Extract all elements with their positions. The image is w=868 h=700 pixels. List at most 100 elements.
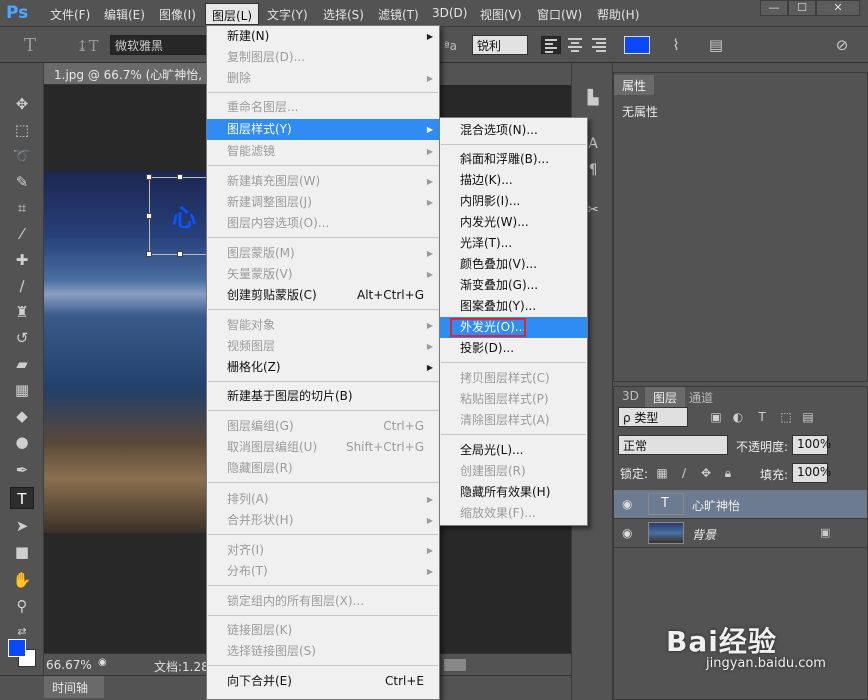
text-color-swatch[interactable] — [624, 36, 650, 54]
menu-image[interactable]: 图像(I) — [159, 6, 196, 23]
menu-item-distribute[interactable]: 分布(T) ▶ — [207, 561, 439, 582]
submenu-item-inner-shadow[interactable]: 内阴影(I)... — [440, 191, 587, 212]
shape-tool-icon[interactable]: ■ — [10, 541, 34, 563]
menu-window[interactable]: 窗口(W) — [537, 6, 582, 23]
menu-item-rasterize[interactable]: 栅格化(Z) ▶ — [207, 357, 439, 378]
pen-tool-icon[interactable]: ✒ — [10, 459, 34, 481]
transform-handle[interactable] — [177, 251, 183, 257]
move-tool-icon[interactable]: ✥ — [10, 93, 34, 115]
menu-layer[interactable]: 图层(L) — [205, 3, 260, 25]
menu-help[interactable]: 帮助(H) — [597, 6, 639, 23]
tab-3d[interactable]: 3D — [614, 387, 647, 407]
submenu-item-paste-layer-style[interactable]: 粘贴图层样式(P) — [440, 389, 587, 410]
close-button[interactable]: ✕ — [816, 0, 860, 16]
antialias-select[interactable]: 锐利 — [472, 35, 528, 55]
brush-tool-icon[interactable]: ∕ — [10, 275, 34, 297]
submenu-item-clear-layer-style[interactable]: 清除图层样式(A) — [440, 410, 587, 431]
menu-file[interactable]: 文件(F) — [50, 6, 90, 23]
blur-tool-icon[interactable]: ◆ — [10, 405, 34, 427]
filter-pixel-icon[interactable]: ▣ — [708, 409, 724, 425]
dodge-tool-icon[interactable]: ● — [10, 431, 34, 453]
gradient-tool-icon[interactable]: ▦ — [10, 379, 34, 401]
align-center-icon[interactable] — [565, 36, 585, 54]
zoom-tool-icon[interactable]: ⚲ — [10, 595, 34, 617]
menu-item-hide-layers[interactable]: 隐藏图层(R) — [207, 458, 439, 479]
layer-row[interactable]: ◉ 背景 ▣ — [614, 519, 867, 548]
warp-text-icon[interactable]: ⌇ — [666, 35, 686, 55]
tab-properties[interactable]: 属性 — [614, 75, 655, 95]
filter-shape-icon[interactable]: ⬚ — [778, 409, 794, 425]
menu-item-select-linked-layers[interactable]: 选择链接图层(S) — [207, 641, 439, 662]
quick-select-icon[interactable]: ✎ — [10, 171, 34, 193]
status-menu-icon[interactable]: ◉ — [98, 657, 107, 668]
healing-brush-icon[interactable]: ✚ — [10, 249, 34, 271]
menu-item-delete[interactable]: 删除 ▶ — [207, 68, 439, 89]
menu-item-combine-shapes[interactable]: 合并形状(H) ▶ — [207, 510, 439, 531]
menu-item-duplicate-layer[interactable]: 复制图层(D)... — [207, 47, 439, 68]
blend-mode-select[interactable]: 正常 — [618, 435, 728, 455]
menu-item-ungroup-layers[interactable]: 取消图层编组(U) Shift+Ctrl+G — [207, 437, 439, 458]
menu-item-smart-object[interactable]: 智能对象 ▶ — [207, 315, 439, 336]
clone-stamp-icon[interactable]: ♜ — [10, 301, 34, 323]
transform-handle[interactable] — [146, 213, 152, 219]
menu-item-group-layers[interactable]: 图层编组(G) Ctrl+G — [207, 416, 439, 437]
lock-position-icon[interactable]: ✥ — [698, 465, 714, 481]
lock-transparent-icon[interactable]: ▦ — [654, 465, 670, 481]
layer-filter-select[interactable]: ρ 类型 — [618, 407, 688, 427]
submenu-item-blending-options[interactable]: 混合选项(N)... — [440, 120, 587, 141]
history-brush-icon[interactable]: ↺ — [10, 327, 34, 349]
timeline-tab[interactable]: 时间轴 — [44, 676, 104, 698]
menu-item-smart-filter[interactable]: 智能滤镜 ▶ — [207, 141, 439, 162]
scroll-thumb[interactable] — [444, 659, 466, 671]
menu-item-vector-mask[interactable]: 矢量蒙版(V) ▶ — [207, 264, 439, 285]
lasso-tool-icon[interactable]: ➰ — [10, 145, 34, 167]
submenu-item-color-overlay[interactable]: 颜色叠加(V)... — [440, 254, 587, 275]
lock-all-icon[interactable]: 🔒︎ — [720, 465, 736, 481]
menu-item-link-layers[interactable]: 链接图层(K) — [207, 620, 439, 641]
transform-handle[interactable] — [177, 174, 183, 180]
marquee-tool-icon[interactable]: ⬚ — [10, 119, 34, 141]
submenu-item-global-light[interactable]: 全局光(L)... — [440, 440, 587, 461]
submenu-item-copy-layer-style[interactable]: 拷贝图层样式(C) — [440, 368, 587, 389]
document-tab[interactable]: 1.jpg @ 66.7% (心旷神怡, RGB/8 — [44, 63, 212, 85]
menu-filter[interactable]: 滤镜(T) — [378, 6, 419, 23]
text-tool-preset-icon[interactable]: T — [24, 35, 36, 56]
hand-tool-icon[interactable]: ✋ — [10, 569, 34, 591]
menu-item-rename-layer[interactable]: 重命名图层... — [207, 97, 439, 118]
submenu-item-outer-glow[interactable]: 外发光(O)... — [440, 317, 587, 338]
submenu-item-hide-all-effects[interactable]: 隐藏所有效果(H) — [440, 482, 587, 503]
filter-type-icon[interactable]: T — [754, 409, 770, 425]
crop-tool-icon[interactable]: ⌗ — [10, 197, 34, 219]
menu-item-new-fill-layer[interactable]: 新建填充图层(W) ▶ — [207, 171, 439, 192]
opacity-input[interactable]: 100% — [792, 435, 831, 455]
menu-item-layer-content-options[interactable]: 图层内容选项(O)... — [207, 213, 439, 234]
submenu-item-gradient-overlay[interactable]: 渐变叠加(G)... — [440, 275, 587, 296]
submenu-item-scale-effects[interactable]: 缩放效果(F)... — [440, 503, 587, 524]
transform-handle[interactable] — [146, 174, 152, 180]
menu-3d[interactable]: 3D(D) — [432, 6, 467, 20]
history-panel-icon[interactable]: ▙ — [582, 87, 604, 109]
align-left-icon[interactable] — [541, 36, 561, 54]
zoom-level[interactable]: 66.67% — [46, 658, 92, 672]
menu-item-arrange[interactable]: 排列(A) ▶ — [207, 489, 439, 510]
cancel-icon[interactable]: ⊘ — [832, 35, 852, 55]
submenu-item-inner-glow[interactable]: 内发光(W)... — [440, 212, 587, 233]
submenu-item-stroke[interactable]: 描边(K)... — [440, 170, 587, 191]
submenu-item-create-layer[interactable]: 创建图层(R) — [440, 461, 587, 482]
menu-select[interactable]: 选择(S) — [323, 6, 364, 23]
transform-handle[interactable] — [146, 251, 152, 257]
layer-row[interactable]: ◉ T 心旷神怡 — [614, 490, 867, 519]
submenu-item-pattern-overlay[interactable]: 图案叠加(Y)... — [440, 296, 587, 317]
foreground-color[interactable] — [8, 639, 26, 657]
fill-input[interactable]: 100% — [792, 463, 831, 483]
eraser-tool-icon[interactable]: ▰ — [10, 353, 34, 375]
menu-item-new[interactable]: 新建(N) ▶ — [207, 26, 439, 47]
minimize-button[interactable]: — — [760, 0, 788, 16]
tab-layers[interactable]: 图层 — [645, 387, 686, 407]
font-family-field[interactable]: 微软雅黑 — [110, 35, 210, 55]
align-right-icon[interactable] — [589, 36, 609, 54]
path-select-icon[interactable]: ➤ — [10, 515, 34, 537]
menu-item-new-layer-slice[interactable]: 新建基于图层的切片(B) — [207, 386, 439, 407]
menu-item-merge-down[interactable]: 向下合并(E) Ctrl+E — [207, 671, 439, 692]
lock-pixels-icon[interactable]: ∕ — [676, 465, 692, 481]
